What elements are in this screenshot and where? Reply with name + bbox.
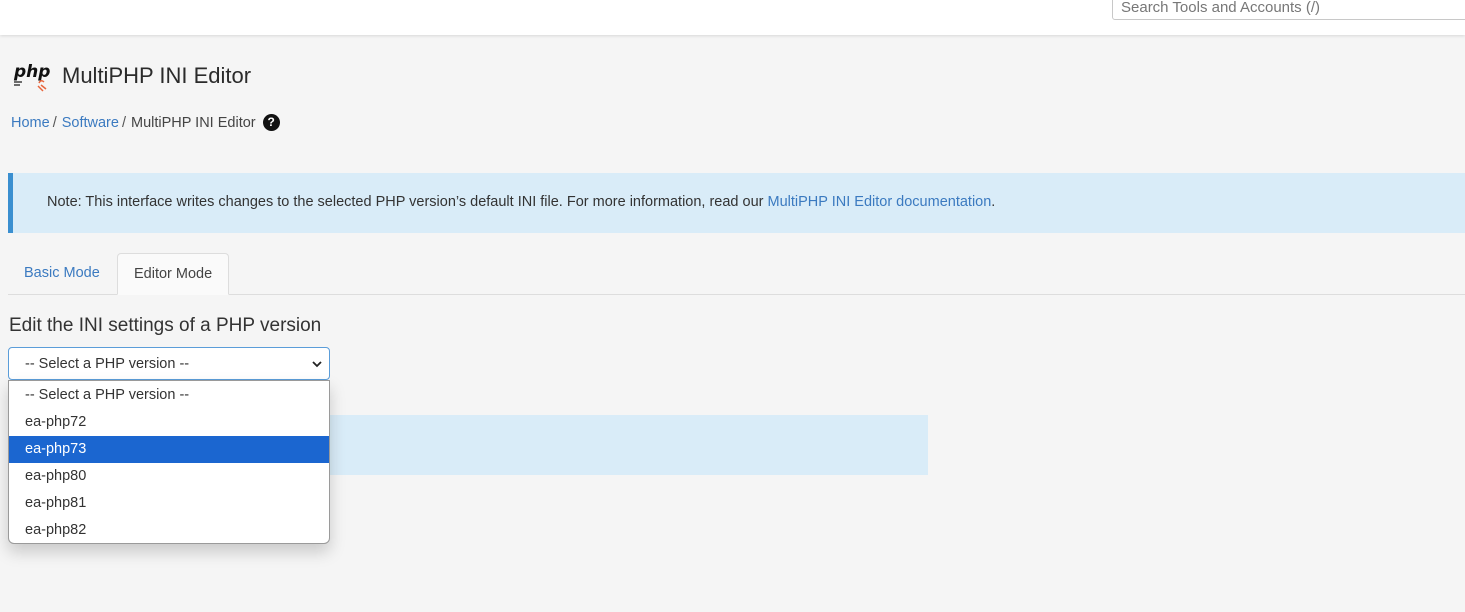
tab-basic-mode[interactable]: Basic Mode bbox=[8, 253, 115, 295]
dropdown-option[interactable]: -- Select a PHP version -- bbox=[9, 382, 329, 409]
php-version-select[interactable]: -- Select a PHP version -- bbox=[8, 347, 330, 380]
dropdown-option[interactable]: ea-php80 bbox=[9, 463, 329, 490]
breadcrumb-separator: / bbox=[52, 114, 57, 131]
chevron-down-icon bbox=[312, 361, 322, 368]
breadcrumb-current: MultiPHP INI Editor bbox=[130, 114, 256, 131]
note-end: . bbox=[991, 194, 996, 210]
breadcrumb-home-link[interactable]: Home bbox=[11, 115, 50, 131]
dropdown-option[interactable]: ea-php72 bbox=[9, 409, 329, 436]
dropdown-option-highlighted[interactable]: ea-php73 bbox=[9, 436, 329, 463]
dropdown-option[interactable]: ea-php81 bbox=[9, 490, 329, 517]
breadcrumb-software-link[interactable]: Software bbox=[62, 115, 119, 131]
php-logo-icon: php bbox=[13, 62, 50, 92]
help-icon[interactable]: ? bbox=[262, 114, 280, 131]
info-note: Note: This interface writes changes to t… bbox=[8, 173, 1465, 233]
breadcrumb: Home / Software / MultiPHP INI Editor ? bbox=[11, 114, 280, 131]
documentation-link[interactable]: MultiPHP INI Editor documentation bbox=[768, 194, 992, 210]
page-title: MultiPHP INI Editor bbox=[62, 63, 252, 88]
info-panel bbox=[329, 415, 928, 475]
section-title: Edit the INI settings of a PHP version bbox=[9, 315, 322, 336]
svg-text:php: php bbox=[13, 62, 50, 82]
tab-editor-mode[interactable]: Editor Mode bbox=[117, 253, 229, 295]
note-text: Note: This interface writes changes to t… bbox=[47, 194, 768, 210]
breadcrumb-separator: / bbox=[121, 114, 126, 131]
dropdown-option[interactable]: ea-php82 bbox=[9, 517, 329, 543]
top-bar: Search Tools and Accounts (/) bbox=[0, 0, 1465, 35]
search-input[interactable]: Search Tools and Accounts (/) bbox=[1112, 0, 1465, 20]
page-header: php MultiPHP INI Editor bbox=[13, 60, 251, 92]
php-version-dropdown: -- Select a PHP version -- ea-php72 ea-p… bbox=[8, 380, 330, 544]
select-value: -- Select a PHP version -- bbox=[25, 356, 190, 372]
